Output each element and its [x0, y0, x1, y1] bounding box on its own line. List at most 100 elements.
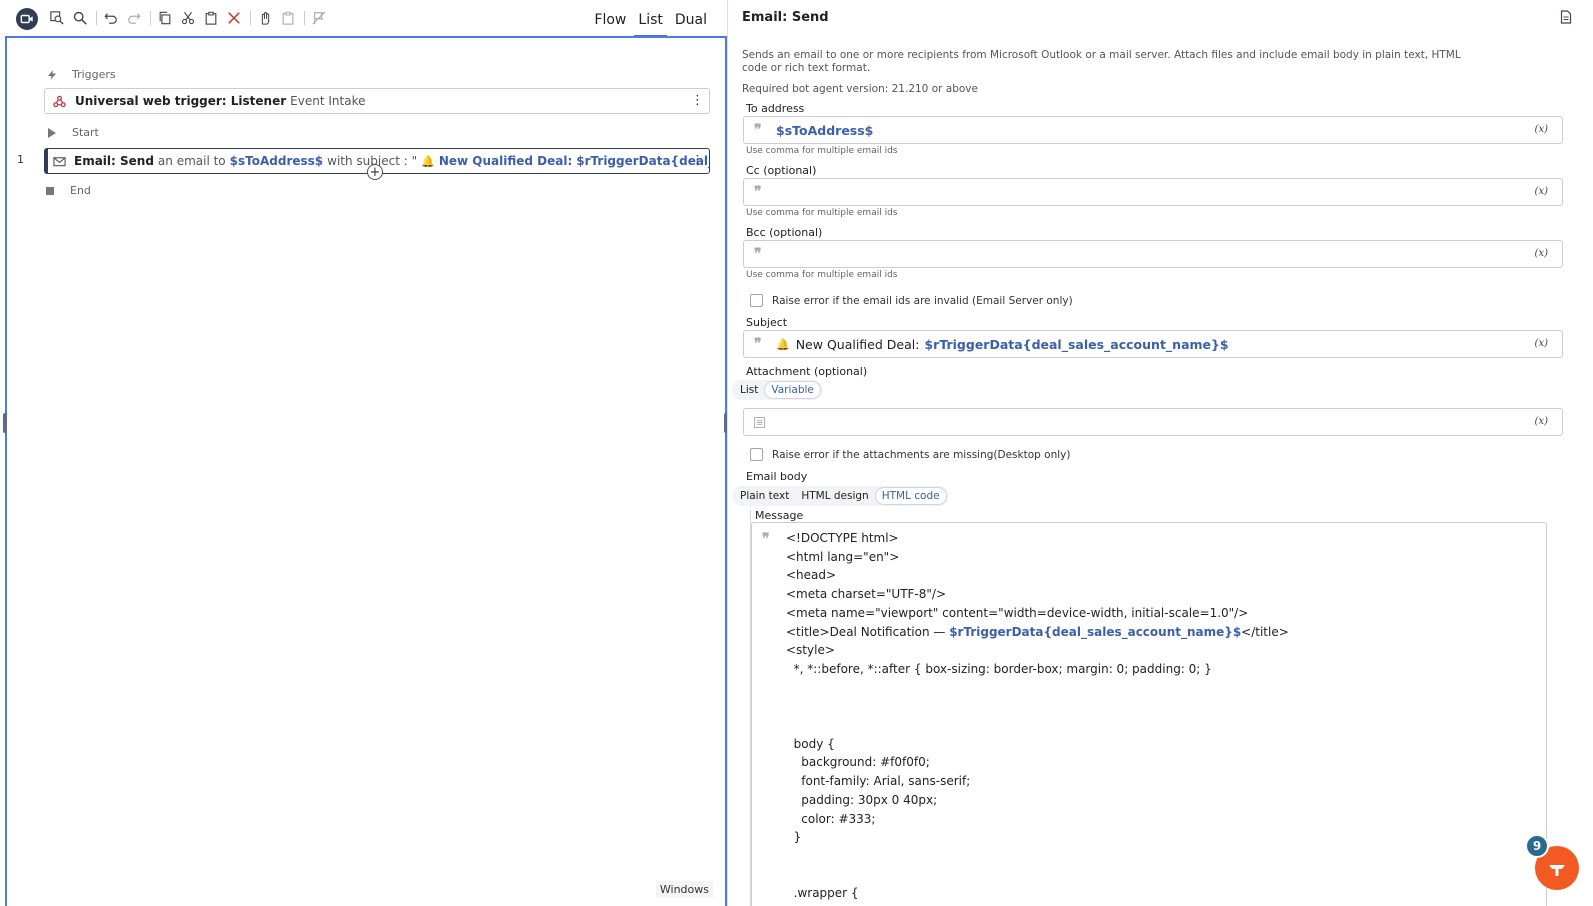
add-action-handle[interactable]: +: [367, 164, 383, 180]
toolbar-divider: [250, 11, 251, 25]
more-options-icon[interactable]: ⋮: [691, 94, 704, 108]
variable-insert-icon[interactable]: (x): [1535, 338, 1548, 349]
subject-label: Subject: [746, 316, 788, 329]
record-button[interactable]: [16, 8, 38, 30]
to-address-help: Use comma for multiple email ids: [746, 146, 898, 156]
play-icon: [48, 127, 56, 138]
cc-label: Cc (optional): [746, 164, 817, 177]
code-variable: $rTriggerData{deal_sales_account_name}$: [949, 624, 1242, 639]
attachment-mode-list[interactable]: List: [734, 382, 764, 398]
triggers-section: Triggers: [47, 68, 116, 81]
copy-icon: [159, 11, 171, 25]
copy-button[interactable]: [156, 9, 174, 27]
bot-version-requirement: Required bot agent version: 21.210 or ab…: [742, 83, 978, 95]
tab-dual[interactable]: Dual: [669, 0, 713, 37]
code-line: <meta charset="UTF-8"/>: [786, 585, 1289, 604]
subject-field[interactable]: ❞ 🔔 New Qualified Deal: $rTriggerData{de…: [743, 330, 1563, 358]
subject-text: New Qualified Deal:: [795, 336, 920, 352]
code-text: body {: [786, 736, 835, 751]
notification-badge[interactable]: 9: [1525, 834, 1549, 858]
search-frame-icon: [50, 11, 64, 25]
quote-icon: ❞: [754, 184, 762, 200]
list-canvas: Triggers Universal web trigger: Listener…: [5, 36, 727, 906]
panel-title: Email: Send: [742, 10, 829, 25]
delete-button[interactable]: [225, 9, 243, 27]
disable-action-button[interactable]: [279, 9, 297, 27]
attachment-mode-variable[interactable]: Variable: [764, 381, 821, 399]
properties-panel: Email: Send Sends an email to one or mor…: [727, 0, 1593, 906]
code-line: [786, 679, 1289, 698]
hand-icon: [261, 12, 270, 25]
editor-pane: Flow List Dual Triggers Universal web tr…: [0, 0, 727, 906]
undo-button[interactable]: [102, 9, 120, 27]
toolbar: Flow List Dual: [0, 0, 727, 37]
quote-icon: ❞: [754, 246, 762, 262]
variable-insert-icon[interactable]: (x): [1535, 186, 1548, 197]
bell-emoji: 🔔: [421, 154, 435, 168]
start-label: Start: [72, 126, 99, 139]
envelope-icon: [53, 154, 66, 168]
code-line: [786, 866, 1289, 885]
webhook-icon: [53, 94, 67, 108]
stop-icon: [46, 186, 54, 195]
assistant-icon: [1549, 865, 1565, 876]
tab-flow[interactable]: Flow: [588, 0, 632, 37]
body-mode-html-code[interactable]: HTML code: [874, 487, 947, 505]
action-to-variable: $sToAddress$: [229, 154, 324, 168]
variable-insert-icon[interactable]: (x): [1535, 248, 1548, 259]
triggers-label: Triggers: [72, 68, 116, 81]
html-code-content: <!DOCTYPE html> <html lang="en"> <head> <me…: [786, 529, 1289, 906]
toolbar-divider: [96, 11, 97, 25]
paste-button[interactable]: [202, 9, 220, 27]
code-line: <style>: [786, 641, 1289, 660]
raise-missing-checkbox[interactable]: [750, 448, 763, 461]
body-mode-html-design[interactable]: HTML design: [795, 488, 874, 504]
start-section: Start: [47, 126, 99, 139]
list-icon: [754, 416, 765, 428]
end-label: End: [70, 184, 91, 197]
enable-action-button[interactable]: [256, 9, 274, 27]
body-mode-plain-text[interactable]: Plain text: [734, 488, 795, 504]
raise-invalid-checkbox[interactable]: [750, 294, 763, 307]
lightning-icon: [48, 69, 56, 80]
video-record-icon: [20, 14, 33, 24]
code-line: [786, 847, 1289, 866]
quote-icon: ❞: [762, 531, 770, 547]
code-line: }: [786, 828, 1289, 847]
redo-button[interactable]: [125, 9, 143, 27]
cut-button[interactable]: [179, 9, 197, 27]
action-name: Email: Send: [74, 154, 154, 168]
variable-insert-icon[interactable]: (x): [1535, 416, 1548, 427]
action-subject-text: New Qualified Deal:: [438, 154, 573, 168]
toolbar-divider: [304, 11, 305, 25]
tab-list[interactable]: List: [632, 0, 668, 37]
code-line: <head>: [786, 566, 1289, 585]
zoom-to-fit-button[interactable]: [48, 9, 66, 27]
clipboard-icon: [205, 11, 217, 25]
cc-field[interactable]: ❞ (x): [743, 178, 1563, 206]
code-text: *, *::before, *::after { box-sizing: bor…: [786, 661, 1212, 676]
to-address-field[interactable]: ❞ $sToAddress$ (x): [743, 116, 1563, 144]
trigger-node[interactable]: Universal web trigger: Listener Event In…: [44, 88, 710, 114]
more-options-icon[interactable]: ⋮: [691, 154, 704, 168]
raise-missing-option[interactable]: Raise error if the attachments are missi…: [750, 448, 1070, 461]
panel-resize-handle[interactable]: [3, 413, 7, 433]
raise-missing-label: Raise error if the attachments are missi…: [772, 448, 1071, 461]
clipboard-disabled-icon: [282, 11, 294, 25]
bcc-field[interactable]: ❞ (x): [743, 240, 1563, 268]
attachment-mode-toggle: List Variable: [732, 380, 823, 400]
document-icon[interactable]: [1559, 10, 1573, 24]
bcc-label: Bcc (optional): [746, 226, 823, 239]
action-description: Sends an email to one or more recipients…: [742, 49, 1461, 74]
raise-invalid-option[interactable]: Raise error if the email ids are invalid…: [750, 294, 1073, 307]
email-body-mode-toggle: Plain text HTML design HTML code: [732, 486, 949, 506]
breakpoint-button[interactable]: [310, 9, 328, 27]
message-editor[interactable]: ❞ <!DOCTYPE html> <html lang="en"> <head> <…: [751, 522, 1547, 906]
attachment-field[interactable]: (x): [743, 408, 1563, 436]
search-button[interactable]: [71, 9, 89, 27]
code-text: <title>Deal Notification —: [786, 624, 950, 639]
variable-insert-icon[interactable]: (x): [1535, 124, 1548, 135]
